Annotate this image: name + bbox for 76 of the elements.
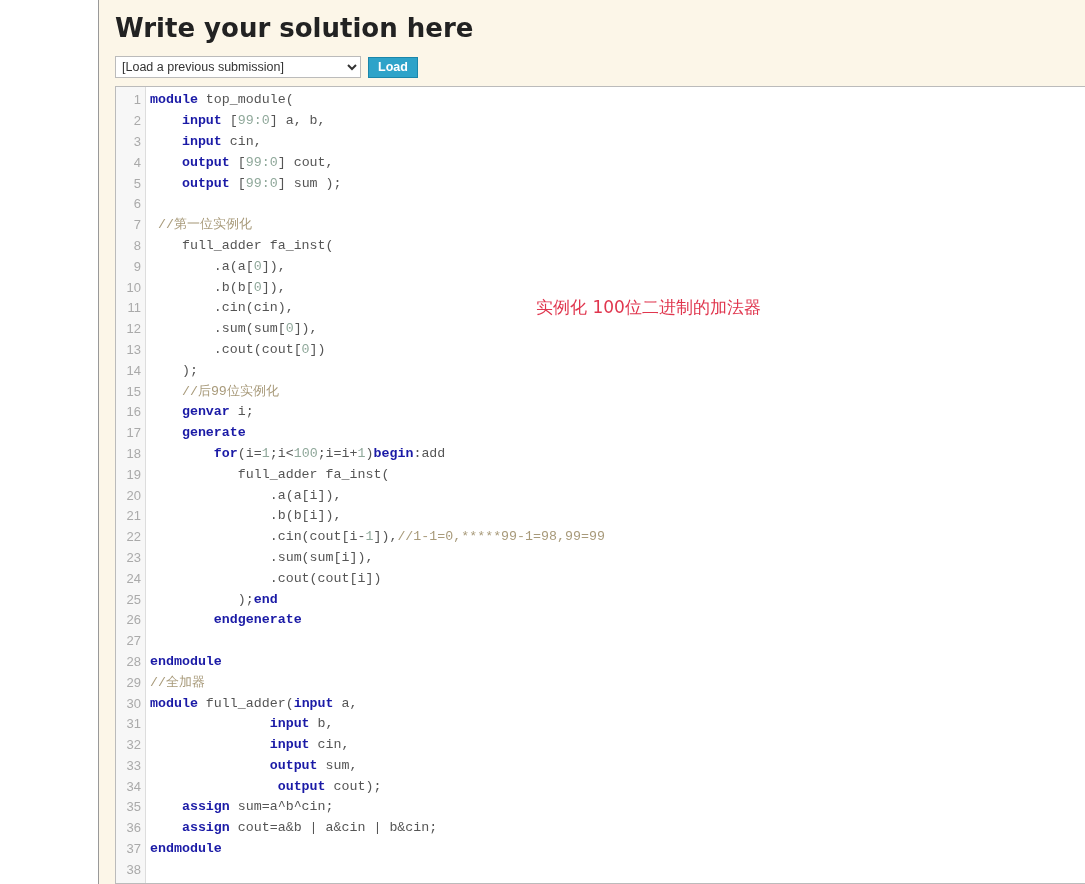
code-line: assign cout=a&b | a&cin | b&cin; xyxy=(180,820,438,837)
code-line: endmodule xyxy=(150,841,222,858)
annotation-text: 实例化 100位二进制的加法器 xyxy=(536,296,761,319)
code-line: //后99位实例化 xyxy=(180,383,279,400)
code-line: input cin, xyxy=(180,134,262,150)
line-number: 4 xyxy=(133,154,141,171)
line-number: 1 xyxy=(133,92,141,109)
code-line: .sum(sum[i]), xyxy=(268,549,374,566)
code-line: genvar i; xyxy=(180,404,254,421)
line-number: 15 xyxy=(126,383,141,400)
code-line: module full_adder(input a, xyxy=(150,695,358,712)
line-number: 14 xyxy=(126,362,141,379)
line-number: 35 xyxy=(126,799,141,816)
code-line: //全加器 xyxy=(150,674,205,691)
code-line: .cin(cout[i-1]),//1-1=0,*****99-1=98,99=99 xyxy=(268,529,605,546)
line-number: 32 xyxy=(126,737,141,754)
line-number: 5 xyxy=(133,175,141,192)
submission-select[interactable]: [Load a previous submission] xyxy=(115,56,361,78)
code-line: //第一位实例化 xyxy=(156,217,252,234)
line-number: 36 xyxy=(126,820,141,837)
line-number: 9 xyxy=(133,258,141,275)
line-number: 25 xyxy=(126,591,141,608)
code-line: .cin(cin), xyxy=(212,300,294,317)
line-number: 28 xyxy=(126,653,141,670)
code-line: .cout(cout[0]) xyxy=(212,341,326,358)
line-number: 10 xyxy=(126,279,141,296)
line-number: 18 xyxy=(126,445,141,462)
code-line: input [99:0] a, b, xyxy=(180,113,326,130)
line-number: 7 xyxy=(133,217,141,234)
code-line: generate xyxy=(180,425,246,442)
line-number: 33 xyxy=(126,757,141,774)
line-number: 20 xyxy=(126,487,141,504)
line-number: 3 xyxy=(133,134,141,150)
code-line: input cin, xyxy=(268,737,350,754)
code-line: endmodule xyxy=(150,653,222,670)
line-number: 29 xyxy=(126,674,141,691)
code-line: output [99:0] cout, xyxy=(180,154,334,171)
code-line: .a(a[i]), xyxy=(268,487,342,504)
line-number: 38 xyxy=(126,861,141,878)
line-number: 6 xyxy=(133,196,141,213)
code-line: .a(a[0]), xyxy=(212,258,286,275)
line-number: 37 xyxy=(126,841,141,858)
line-number: 30 xyxy=(126,695,141,712)
code-line: input b, xyxy=(268,716,334,733)
line-number: 21 xyxy=(126,508,141,525)
code-line: full_adder fa_inst( xyxy=(236,466,390,483)
line-number: 16 xyxy=(126,404,141,421)
code-line: output sum, xyxy=(268,757,358,774)
code-line: endgenerate xyxy=(212,612,302,629)
line-number: 8 xyxy=(133,237,141,254)
code-line: output [99:0] sum ); xyxy=(180,175,342,192)
line-number: 27 xyxy=(126,633,141,650)
code-line: module top_module( xyxy=(150,92,294,109)
line-number: 17 xyxy=(126,425,141,442)
code-line: output cout); xyxy=(276,778,382,795)
code-line: assign sum=a^b^cin; xyxy=(180,799,334,816)
line-number: 26 xyxy=(126,612,141,629)
code-line: for(i=1;i<100;i=i+1)begin:add xyxy=(212,445,446,462)
code-line: );end xyxy=(236,591,278,608)
line-number: 22 xyxy=(126,529,141,546)
code-line: full_adder fa_inst( xyxy=(180,237,334,254)
line-number: 13 xyxy=(126,341,141,358)
page-heading: Write your solution here xyxy=(115,12,474,45)
line-number: 19 xyxy=(126,466,141,483)
code-line: ); xyxy=(180,362,198,379)
line-number: 12 xyxy=(126,321,141,338)
line-number: 24 xyxy=(126,570,141,587)
code-line: .sum(sum[0]), xyxy=(212,321,318,338)
line-number: 34 xyxy=(126,778,141,795)
code-line: .cout(cout[i]) xyxy=(268,570,382,587)
line-number: 31 xyxy=(126,716,141,733)
line-number: 11 xyxy=(127,300,141,317)
line-number: 2 xyxy=(133,113,141,130)
line-number: 23 xyxy=(126,549,141,566)
code-line: .b(b[0]), xyxy=(212,279,286,296)
code-line: .b(b[i]), xyxy=(268,508,342,525)
